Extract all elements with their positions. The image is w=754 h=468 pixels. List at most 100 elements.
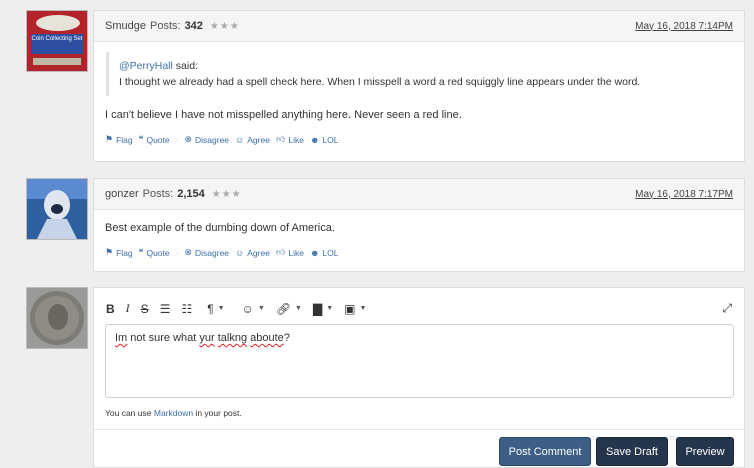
thumbs-up-icon: 👍︎ bbox=[275, 134, 286, 144]
editor-text: ? bbox=[283, 332, 290, 344]
post-comment-button[interactable]: Post Comment bbox=[499, 437, 591, 466]
image-dropdown[interactable]: ▣ ▼ bbox=[344, 302, 366, 316]
lol-icon: ☻ bbox=[309, 134, 320, 145]
avatar[interactable]: Coin Collecting Set bbox=[26, 10, 88, 72]
link-icon: 🔗︎ bbox=[275, 301, 292, 316]
quote-icon: ❝ bbox=[138, 247, 144, 257]
quote-text: I thought we already had a spell check h… bbox=[119, 76, 641, 88]
agree-icon: ☺ bbox=[235, 247, 245, 258]
lol-label: LOL bbox=[322, 247, 339, 258]
agree-label: Agree bbox=[247, 247, 270, 258]
misspelled-word: aboute bbox=[250, 332, 284, 344]
chevron-down-icon: ▼ bbox=[217, 305, 225, 312]
rank-stars: ★★★ bbox=[209, 20, 240, 32]
quote-block: @PerryHall said: I thought we already ha… bbox=[106, 52, 744, 96]
username-link[interactable]: gonzer bbox=[105, 188, 139, 200]
comment-card: Smudge Posts: 342 ★★★ May 16, 2018 7:14P… bbox=[93, 10, 745, 162]
rank-stars: ★★★ bbox=[211, 188, 242, 200]
posts-label: Posts: bbox=[142, 188, 174, 200]
file-dropdown[interactable]: ▇ ▼ bbox=[313, 302, 333, 316]
like-label: Like bbox=[288, 134, 304, 145]
reactions-bar: ⚑ Flag ❝ Quote · ⊗ Disagree ☺ Agree 👍︎ Like ☻… bbox=[94, 247, 744, 258]
chevron-down-icon: ▼ bbox=[326, 305, 334, 312]
flag-label: Flag bbox=[116, 134, 133, 145]
quote-icon: ❝ bbox=[138, 134, 144, 144]
thumbs-up-icon: 👍︎ bbox=[275, 247, 286, 257]
emoji-icon: ☺ bbox=[241, 301, 254, 316]
ordered-list-icon: ☰ bbox=[159, 301, 171, 316]
hint-prefix: You can use bbox=[105, 408, 152, 418]
disagree-icon: ⊗ bbox=[184, 134, 193, 144]
quote-label: Quote bbox=[146, 134, 170, 145]
misspelled-word: yur bbox=[199, 332, 215, 344]
link-dropdown[interactable]: 🔗︎ ▼ bbox=[276, 302, 302, 316]
comment-card: gonzer Posts: 2,154 ★★★ May 16, 2018 7:1… bbox=[93, 178, 745, 272]
quote-button[interactable]: ❝ Quote bbox=[139, 134, 170, 145]
quote-author-link[interactable]: @PerryHall bbox=[119, 60, 173, 72]
separator: · bbox=[175, 247, 179, 258]
markdown-hint: You can use Markdown in your post. bbox=[105, 408, 242, 418]
comment-editor: B I S ☰ ☷ ¶ ▼ ☺ ▼ 🔗︎ ▼ ▇ ▼ ▣ ▼ ⤢ Im not sure … bbox=[93, 287, 745, 468]
preview-button[interactable]: Preview bbox=[676, 437, 734, 466]
image-icon: ▣ bbox=[344, 301, 356, 316]
like-label: Like bbox=[288, 247, 304, 258]
paragraph-icon: ¶ bbox=[207, 301, 214, 316]
chevron-down-icon: ▼ bbox=[257, 305, 265, 312]
flag-button[interactable]: ⚑ Flag bbox=[105, 247, 133, 258]
flag-icon: ⚑ bbox=[105, 134, 114, 144]
agree-button[interactable]: ☺ Agree bbox=[235, 248, 270, 258]
agree-label: Agree bbox=[247, 134, 270, 145]
bullet-list-button[interactable]: ☷ bbox=[181, 302, 192, 316]
chevron-down-icon: ▼ bbox=[359, 305, 367, 312]
quote-button[interactable]: ❝ Quote bbox=[139, 247, 170, 258]
quote-label: Quote bbox=[146, 247, 170, 258]
comment-textarea[interactable]: Im not sure what yur talkng aboute? bbox=[105, 324, 734, 398]
comment-date-link[interactable]: May 16, 2018 7:14PM bbox=[635, 21, 733, 32]
strikethrough-button[interactable]: S bbox=[141, 302, 149, 316]
bullet-list-icon: ☷ bbox=[181, 301, 193, 316]
disagree-button[interactable]: ⊗ Disagree bbox=[184, 134, 229, 145]
posts-count: 342 bbox=[184, 20, 203, 32]
comment-date-link[interactable]: May 16, 2018 7:17PM bbox=[635, 189, 733, 200]
editor-text: not sure what bbox=[127, 332, 200, 344]
avatar[interactable] bbox=[26, 178, 88, 240]
expand-icon[interactable]: ⤢ bbox=[722, 301, 732, 316]
ordered-list-button[interactable]: ☰ bbox=[160, 302, 171, 316]
save-draft-button[interactable]: Save Draft bbox=[596, 437, 668, 466]
username-link[interactable]: Smudge bbox=[105, 20, 146, 32]
flag-button[interactable]: ⚑ Flag bbox=[105, 134, 133, 145]
emoji-dropdown[interactable]: ☺ ▼ bbox=[242, 302, 265, 316]
flag-label: Flag bbox=[116, 247, 133, 258]
posts-count: 2,154 bbox=[177, 188, 205, 200]
comment-header: gonzer Posts: 2,154 ★★★ May 16, 2018 7:1… bbox=[94, 179, 744, 210]
file-icon: ▇ bbox=[312, 301, 323, 316]
disagree-label: Disagree bbox=[195, 247, 230, 258]
separator: · bbox=[175, 134, 179, 145]
disagree-icon: ⊗ bbox=[184, 247, 193, 257]
lol-icon: ☻ bbox=[309, 247, 320, 258]
hint-suffix: in your post. bbox=[195, 408, 242, 418]
disagree-label: Disagree bbox=[195, 134, 230, 145]
like-button[interactable]: 👍︎ Like bbox=[276, 247, 304, 258]
editor-toolbar: B I S ☰ ☷ ¶ ▼ ☺ ▼ 🔗︎ ▼ ▇ ▼ ▣ ▼ bbox=[106, 301, 377, 316]
lol-button[interactable]: ☻ LOL bbox=[310, 135, 339, 145]
like-button[interactable]: 👍︎ Like bbox=[276, 134, 304, 145]
misspelled-word: Im bbox=[115, 332, 128, 344]
avatar[interactable] bbox=[26, 287, 88, 349]
comment-text: I can't believe I have not misspelled an… bbox=[105, 109, 462, 121]
chevron-down-icon: ▼ bbox=[295, 305, 302, 312]
disagree-button[interactable]: ⊗ Disagree bbox=[184, 247, 229, 258]
svg-text:Coin Collecting Set: Coin Collecting Set bbox=[31, 36, 82, 42]
bold-button[interactable]: B bbox=[106, 302, 115, 316]
divider bbox=[94, 429, 744, 430]
italic-button[interactable]: I bbox=[126, 301, 130, 316]
markdown-link[interactable]: Markdown bbox=[154, 408, 193, 418]
comment-text: Best example of the dumbing down of Amer… bbox=[105, 222, 335, 234]
lol-label: LOL bbox=[322, 134, 339, 145]
paragraph-dropdown[interactable]: ¶ ▼ bbox=[207, 302, 224, 316]
agree-button[interactable]: ☺ Agree bbox=[235, 135, 270, 145]
quote-said: said: bbox=[175, 60, 198, 72]
lol-button[interactable]: ☻ LOL bbox=[310, 248, 339, 258]
posts-label: Posts: bbox=[149, 20, 181, 32]
reactions-bar: ⚑ Flag ❝ Quote · ⊗ Disagree ☺ Agree 👍︎ Like ☻… bbox=[94, 134, 744, 145]
